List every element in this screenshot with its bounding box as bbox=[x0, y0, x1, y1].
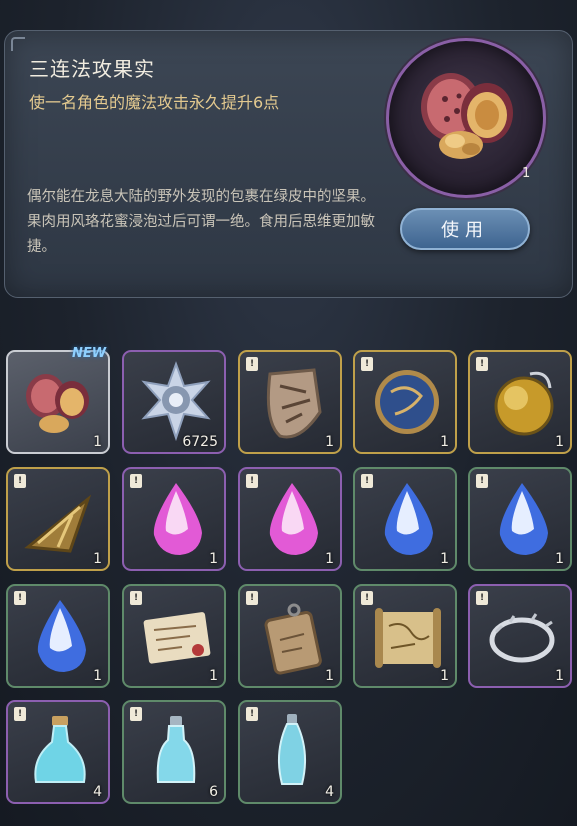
lock-tag-icon: ! bbox=[361, 357, 373, 371]
item-quantity: 4 bbox=[93, 784, 102, 800]
inventory-slot-silver-ring[interactable]: ! 1 bbox=[468, 584, 572, 688]
lock-tag-icon: ! bbox=[14, 707, 26, 721]
item-quantity: 1 bbox=[93, 668, 102, 684]
walnut-icon bbox=[421, 73, 513, 159]
panel-corner-ornament bbox=[11, 37, 25, 51]
new-badge: NEW bbox=[72, 346, 107, 361]
inventory-slot-map-scroll[interactable]: ! 1 bbox=[353, 584, 457, 688]
item-quantity: 1 bbox=[555, 551, 564, 567]
item-quantity: 1 bbox=[325, 434, 334, 450]
inventory-slot-shield-emblem[interactable]: ! 1 bbox=[238, 350, 342, 454]
inventory-slot-potion-bottle[interactable]: ! 6 bbox=[122, 700, 226, 804]
inventory-slot-potion-vial[interactable]: ! 4 bbox=[238, 700, 342, 804]
item-quantity: 1 bbox=[93, 551, 102, 567]
item-quantity: 1 bbox=[209, 551, 218, 567]
inventory-slot-golden-arrowhead[interactable]: ! 1 bbox=[6, 467, 110, 571]
lock-tag-icon: ! bbox=[476, 591, 488, 605]
item-quantity: 1 bbox=[93, 434, 102, 450]
owned-count: 1 bbox=[522, 166, 531, 181]
lock-tag-icon: ! bbox=[361, 474, 373, 488]
inventory-slot-blue-gem[interactable]: ! 1 bbox=[468, 467, 572, 571]
inventory-slot-amber-orb[interactable]: ! 1 bbox=[468, 350, 572, 454]
item-quantity: 1 bbox=[555, 434, 564, 450]
use-button[interactable]: 使用 bbox=[400, 208, 530, 250]
inventory-slot-pink-gem[interactable]: ! 1 bbox=[238, 467, 342, 571]
inventory-slot-blue-gem[interactable]: ! 1 bbox=[353, 467, 457, 571]
item-description: 偶尔能在龙息大陆的野外发现的包裹在绿皮中的坚果。果肉用风珞花蜜浸泡过后可谓一绝。… bbox=[27, 189, 375, 255]
item-quantity: 1 bbox=[440, 668, 449, 684]
item-quantity: 4 bbox=[325, 784, 334, 800]
inventory-slot-blue-gem[interactable]: ! 1 bbox=[6, 584, 110, 688]
item-quantity: 1 bbox=[555, 668, 564, 684]
item-quantity: 1 bbox=[440, 434, 449, 450]
lock-tag-icon: ! bbox=[476, 357, 488, 371]
lock-tag-icon: ! bbox=[130, 591, 142, 605]
lock-tag-icon: ! bbox=[246, 707, 258, 721]
inventory-slot-letter-card[interactable]: ! 1 bbox=[122, 584, 226, 688]
item-quantity: 1 bbox=[440, 551, 449, 567]
item-title: 三连法攻果实 bbox=[29, 57, 155, 81]
lock-tag-icon: ! bbox=[361, 591, 373, 605]
inventory-slot-walnut[interactable]: 1 bbox=[6, 350, 110, 454]
lock-tag-icon: ! bbox=[130, 474, 142, 488]
item-quantity: 1 bbox=[325, 551, 334, 567]
lock-tag-icon: ! bbox=[14, 591, 26, 605]
lock-tag-icon: ! bbox=[246, 591, 258, 605]
inventory-slot-blue-medallion[interactable]: ! 1 bbox=[353, 350, 457, 454]
inventory-slot-star-crystal[interactable]: 6725 bbox=[122, 350, 226, 454]
lock-tag-icon: ! bbox=[476, 474, 488, 488]
lock-tag-icon: ! bbox=[130, 707, 142, 721]
item-effect: 使一名角色的魔法攻击永久提升6点 bbox=[29, 93, 280, 112]
inventory-slot-potion-flask[interactable]: ! 4 bbox=[6, 700, 110, 804]
lock-tag-icon: ! bbox=[246, 474, 258, 488]
item-quantity: 6725 bbox=[182, 434, 218, 450]
inventory-slot-pink-gem[interactable]: ! 1 bbox=[122, 467, 226, 571]
lock-tag-icon: ! bbox=[14, 474, 26, 488]
item-quantity: 1 bbox=[209, 668, 218, 684]
lock-tag-icon: ! bbox=[246, 357, 258, 371]
item-quantity: 1 bbox=[325, 668, 334, 684]
inventory-slot-wooden-tag[interactable]: ! 1 bbox=[238, 584, 342, 688]
item-quantity: 6 bbox=[209, 784, 218, 800]
